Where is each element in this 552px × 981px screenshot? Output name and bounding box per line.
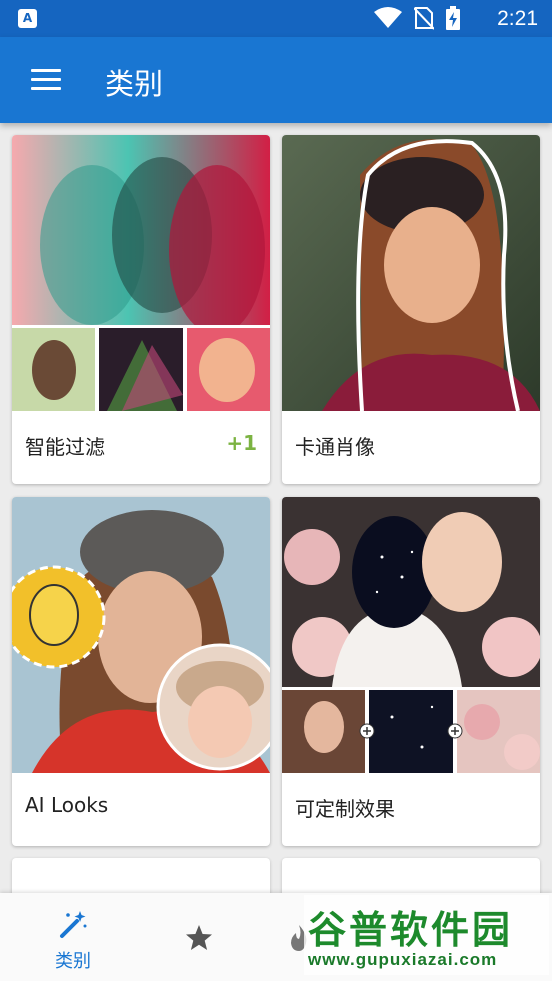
category-card-smart-filters[interactable]: 智能过滤 +1 (12, 135, 270, 484)
hamburger-menu-icon[interactable] (24, 63, 68, 97)
page-title: 类别 (105, 67, 164, 101)
category-card-ai-looks[interactable]: AI Looks (12, 497, 270, 846)
status-icons (374, 6, 460, 30)
nav-item-categories[interactable]: 类别 (30, 893, 116, 981)
status-bar: A 2:21 (0, 0, 552, 37)
category-label: AI Looks (25, 793, 109, 817)
category-label: 可定制效果 (295, 797, 395, 821)
category-card-custom-effects[interactable]: 可定制效果 (282, 497, 540, 846)
no-sim-icon (414, 7, 434, 30)
cartoon-portrait-thumbnail (282, 135, 540, 411)
star-icon (186, 925, 212, 950)
custom-effects-thumbnail (282, 497, 540, 773)
app-bar: 类别 (0, 37, 552, 123)
clock: 2:21 (497, 7, 538, 30)
magic-wand-icon (60, 911, 87, 938)
notification-app-icon: A (18, 9, 37, 28)
smart-filters-thumbnail (12, 135, 270, 411)
category-label: 卡通肖像 (295, 435, 375, 459)
nav-label: 类别 (55, 951, 91, 972)
watermark-url: www.gupuxiazai.com (308, 950, 498, 969)
new-count-badge: +1 (226, 431, 257, 455)
ai-looks-thumbnail (12, 497, 270, 773)
category-label: 智能过滤 (25, 435, 105, 459)
nav-item-favorites[interactable] (160, 893, 240, 981)
watermark-title: 谷普软件园 (308, 908, 514, 952)
wifi-icon (374, 7, 402, 28)
site-watermark: 谷普软件园 www.gupuxiazai.com (304, 895, 549, 975)
battery-charging-icon (446, 6, 460, 30)
category-card-cartoon-portraits[interactable]: 卡通肖像 (282, 135, 540, 484)
